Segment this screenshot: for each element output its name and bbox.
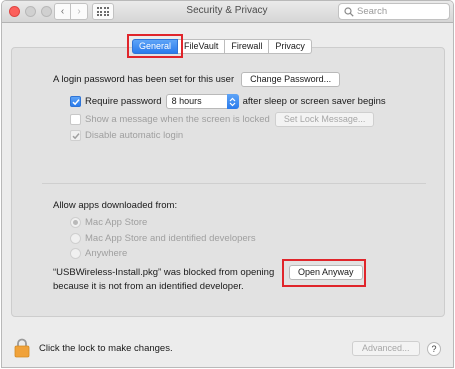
require-password-label: Require password xyxy=(85,96,162,107)
zoom-window-button[interactable] xyxy=(41,6,52,17)
forward-button[interactable]: › xyxy=(71,3,88,20)
require-password-row: Require password 8 hours after sleep or … xyxy=(70,94,386,109)
lock-text: Click the lock to make changes. xyxy=(39,343,173,354)
padlock-icon[interactable] xyxy=(14,338,30,358)
section-divider xyxy=(42,183,426,184)
minimize-window-button[interactable] xyxy=(25,6,36,17)
window-title: Security & Privacy xyxy=(186,5,268,16)
blocked-line-1-row: “USBWireless-Install.pkg” was blocked fr… xyxy=(53,267,274,278)
advanced-row: Advanced... xyxy=(352,341,420,356)
blocked-message-line-2: because it is not from an identified dev… xyxy=(53,281,244,292)
question-mark-icon: ? xyxy=(431,344,437,354)
close-window-button[interactable] xyxy=(9,6,20,17)
navigation-buttons: ‹ › xyxy=(54,3,88,20)
show-message-checkbox[interactable] xyxy=(70,114,81,125)
radio-mac-app-store[interactable] xyxy=(70,217,81,228)
chevron-right-icon: › xyxy=(77,6,81,17)
login-password-row: A login password has been set for this u… xyxy=(53,72,341,87)
footer-bar: Click the lock to make changes. Advanced… xyxy=(2,327,453,367)
system-preferences-window: ‹ › Security & Privacy Search General Fi… xyxy=(1,0,454,368)
change-password-button[interactable]: Change Password... xyxy=(241,72,341,87)
checkmark-icon xyxy=(71,132,80,139)
show-all-grid-button[interactable] xyxy=(92,3,114,20)
chevron-left-icon: ‹ xyxy=(60,6,65,17)
back-button[interactable]: ‹ xyxy=(54,3,71,20)
disable-auto-login-checkbox[interactable] xyxy=(70,130,81,141)
title-bar: ‹ › Security & Privacy Search xyxy=(2,1,453,23)
set-lock-message-button[interactable]: Set Lock Message... xyxy=(274,112,375,127)
radio-identified-developers-row: Mac App Store and identified developers xyxy=(70,233,256,244)
search-icon xyxy=(344,7,354,17)
disable-auto-login-label: Disable automatic login xyxy=(85,130,184,141)
radio-identified-developers[interactable] xyxy=(70,233,81,244)
advanced-button[interactable]: Advanced... xyxy=(352,341,420,356)
updown-chevron-icon xyxy=(226,94,239,109)
radio-anywhere-label: Anywhere xyxy=(85,248,128,259)
help-button[interactable]: ? xyxy=(427,342,441,356)
tab-filevault[interactable]: FileVault xyxy=(178,39,226,54)
radio-mac-app-store-row: Mac App Store xyxy=(70,217,147,228)
radio-identified-developers-label: Mac App Store and identified developers xyxy=(85,233,256,244)
radio-mac-app-store-label: Mac App Store xyxy=(85,217,148,228)
blocked-line-2-row: because it is not from an identified dev… xyxy=(53,281,244,292)
lock-text-row: Click the lock to make changes. xyxy=(39,343,173,354)
search-placeholder: Search xyxy=(357,6,388,17)
show-message-row: Show a message when the screen is locked… xyxy=(70,112,375,127)
radio-anywhere[interactable] xyxy=(70,248,81,259)
show-message-label: Show a message when the screen is locked xyxy=(85,114,270,125)
allow-apps-heading-row: Allow apps downloaded from: xyxy=(53,200,177,211)
blocked-message-line-1: “USBWireless-Install.pkg” was blocked fr… xyxy=(53,267,275,278)
radio-anywhere-row: Anywhere xyxy=(70,248,127,259)
allow-apps-heading: Allow apps downloaded from: xyxy=(53,200,178,211)
tab-firewall[interactable]: Firewall xyxy=(225,39,270,54)
interval-value: 8 hours xyxy=(171,96,202,106)
tab-privacy[interactable]: Privacy xyxy=(269,39,312,54)
login-password-text: A login password has been set for this u… xyxy=(53,74,235,85)
after-sleep-text: after sleep or screen saver begins xyxy=(242,96,386,107)
open-anyway-highlight-box xyxy=(282,259,366,287)
checkmark-icon xyxy=(71,98,80,105)
require-password-interval-select[interactable]: 8 hours xyxy=(165,94,239,109)
general-tab-highlight-box xyxy=(127,34,183,58)
search-field[interactable]: Search xyxy=(338,3,450,20)
require-password-checkbox[interactable] xyxy=(70,96,81,107)
disable-auto-login-row: Disable automatic login xyxy=(70,130,183,141)
